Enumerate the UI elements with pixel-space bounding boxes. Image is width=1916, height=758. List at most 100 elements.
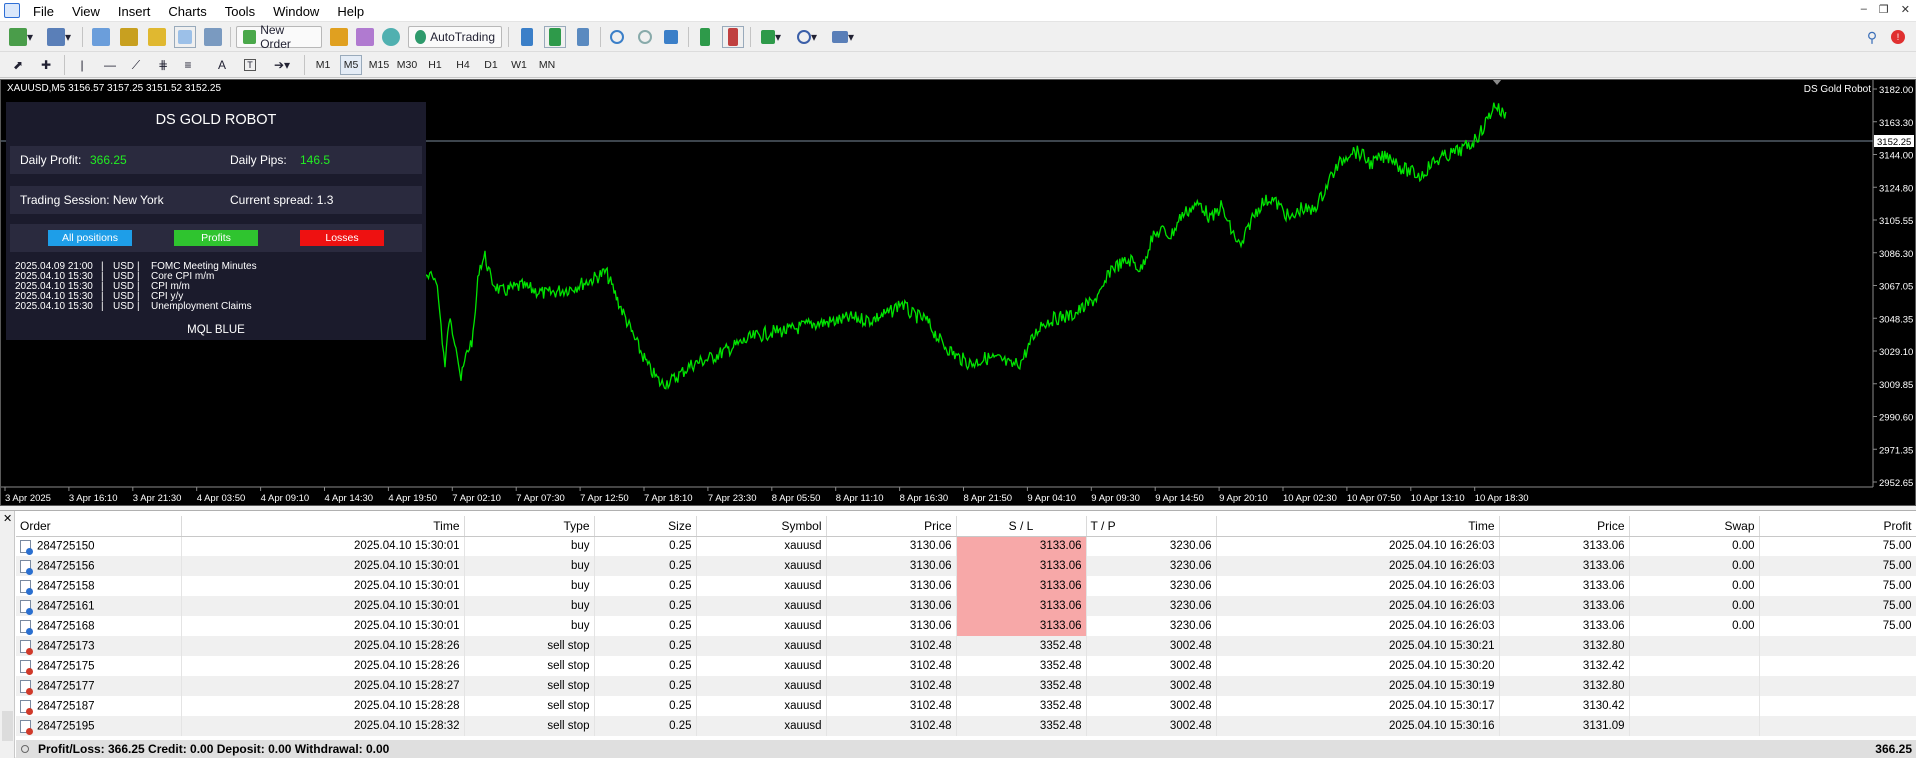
notifications-button[interactable]: ! xyxy=(1886,26,1910,48)
zoom-out-button[interactable] xyxy=(634,26,656,48)
candle-chart-button[interactable] xyxy=(544,26,566,48)
column-header[interactable]: Swap xyxy=(1629,516,1760,537)
autoscroll-button[interactable] xyxy=(694,26,716,48)
menu-help[interactable]: Help xyxy=(328,0,373,22)
new-order-button[interactable]: New Order xyxy=(236,23,322,51)
column-header[interactable]: Price xyxy=(1499,516,1630,537)
signals-button[interactable] xyxy=(354,26,376,48)
table-row[interactable]: 284725156 2025.04.10 15:30:01 buy 0.25 xauus… xyxy=(16,556,1916,576)
close-icon[interactable]: ✕ xyxy=(3,512,12,525)
bar-chart-button[interactable] xyxy=(516,26,538,48)
arrows-button[interactable]: ➔▾ xyxy=(266,54,298,76)
text-button[interactable]: A xyxy=(212,54,232,76)
table-cell: 3130.06 xyxy=(826,576,957,596)
tester-button[interactable] xyxy=(202,26,224,48)
tf-d1[interactable]: D1 xyxy=(480,55,502,75)
notification-badge-icon: ! xyxy=(1891,30,1905,44)
table-row[interactable]: 284725158 2025.04.10 15:30:01 buy 0.25 xauus… xyxy=(16,576,1916,596)
column-header[interactable]: Time xyxy=(181,516,465,537)
close-icon[interactable]: ✕ xyxy=(1901,3,1910,16)
auto-trading-button[interactable]: AutoTrading xyxy=(408,26,502,48)
losses-button[interactable]: Losses xyxy=(300,230,384,246)
horizontal-line-button[interactable]: — xyxy=(100,54,120,76)
menu-charts[interactable]: Charts xyxy=(159,0,215,22)
search-button[interactable]: ⚲ xyxy=(1862,26,1882,48)
tester-icon xyxy=(204,28,222,46)
minimize-icon[interactable]: – xyxy=(1861,3,1867,16)
price-tick-label: 2952.65 xyxy=(1879,478,1913,489)
templates-button[interactable]: ▾ xyxy=(828,26,858,48)
price-tick-label: 3144.00 xyxy=(1879,151,1913,162)
tf-h1[interactable]: H1 xyxy=(424,55,446,75)
column-header[interactable]: Type xyxy=(464,516,595,537)
all-positions-button[interactable]: All positions xyxy=(48,230,132,246)
table-row[interactable]: 284725177 2025.04.10 15:28:27 sell stop 0.2… xyxy=(16,676,1916,696)
market-watch-button[interactable] xyxy=(90,26,112,48)
time-tick-label: 4 Apr 09:10 xyxy=(261,493,310,504)
tf-m5[interactable]: M5 xyxy=(340,55,362,75)
terminal-toggle-button[interactable] xyxy=(174,26,196,48)
auto-trading-icon xyxy=(415,30,427,44)
price-chart[interactable]: 3182.00 3163.30 3144.00 3124.80 3105.55 3086.… xyxy=(0,79,1916,506)
restore-icon[interactable]: ❐ xyxy=(1879,3,1889,16)
column-header[interactable]: S / L xyxy=(956,516,1087,537)
profits-button[interactable]: Profits xyxy=(174,230,258,246)
table-row[interactable]: 284725187 2025.04.10 15:28:28 sell stop 0.2… xyxy=(16,696,1916,716)
line-chart-button[interactable] xyxy=(572,26,594,48)
table-row[interactable]: 284725150 2025.04.10 15:30:01 buy 0.25 xauus… xyxy=(16,536,1916,556)
crosshair-button[interactable]: ✚ xyxy=(36,54,56,76)
table-row[interactable]: 284725161 2025.04.10 15:30:01 buy 0.25 xauus… xyxy=(16,596,1916,616)
cursor-button[interactable]: ⬈ xyxy=(8,54,28,76)
time-tick-label: 10 Apr 13:10 xyxy=(1411,493,1465,504)
table-cell: 0.25 xyxy=(594,716,697,736)
tf-mn[interactable]: MN xyxy=(536,55,558,75)
text-label-button[interactable]: T xyxy=(240,54,260,76)
menu-tools[interactable]: Tools xyxy=(216,0,264,22)
column-header[interactable]: T / P xyxy=(1086,516,1217,537)
indicators-button[interactable]: ▾ xyxy=(756,26,786,48)
chart-shift-marker[interactable] xyxy=(1492,80,1502,85)
table-cell: 2025.04.10 15:30:01 xyxy=(181,616,465,636)
expert-advisor-label[interactable]: DS Gold Robot xyxy=(1804,84,1871,95)
menu-file[interactable]: File xyxy=(24,0,63,22)
table-cell: 2025.04.10 16:26:03 xyxy=(1216,616,1500,636)
table-row[interactable]: 284725168 2025.04.10 15:30:01 buy 0.25 xauus… xyxy=(16,616,1916,636)
column-header[interactable]: Price xyxy=(826,516,957,537)
new-chart-button[interactable]: ▾ xyxy=(6,26,36,48)
tf-m15[interactable]: M15 xyxy=(368,55,390,75)
menu-insert[interactable]: Insert xyxy=(109,0,160,22)
tf-m1[interactable]: M1 xyxy=(312,55,334,75)
time-tick-label: 9 Apr 14:50 xyxy=(1155,493,1204,504)
tf-m30[interactable]: M30 xyxy=(396,55,418,75)
table-cell: 3133.06 xyxy=(1499,596,1630,616)
fibo-button[interactable]: ≡ xyxy=(178,54,198,76)
chart-shift-button[interactable] xyxy=(722,26,744,48)
column-header[interactable]: Size xyxy=(594,516,697,537)
trendline-button[interactable]: ⟋ xyxy=(126,54,146,76)
menu-window[interactable]: Window xyxy=(264,0,328,22)
table-row[interactable]: 284725173 2025.04.10 15:28:26 sell stop 0.2… xyxy=(16,636,1916,656)
column-header[interactable]: Time xyxy=(1216,516,1500,537)
line-chart-icon xyxy=(577,28,589,46)
favorites-button[interactable] xyxy=(146,26,168,48)
terminal-vertical-tab[interactable] xyxy=(2,711,13,741)
vertical-line-button[interactable]: | xyxy=(72,54,92,76)
menu-view[interactable]: View xyxy=(63,0,109,22)
zoom-in-button[interactable] xyxy=(606,26,628,48)
column-header[interactable]: Symbol xyxy=(696,516,827,537)
column-header[interactable]: Order xyxy=(16,516,182,537)
table-row[interactable]: 284725175 2025.04.10 15:28:26 sell stop 0.2… xyxy=(16,656,1916,676)
periods-button[interactable]: ▾ xyxy=(792,26,822,48)
time-tick-label: 3 Apr 16:10 xyxy=(69,493,118,504)
table-row[interactable]: 284725195 2025.04.10 15:28:32 sell stop 0.2… xyxy=(16,716,1916,736)
trendline-icon: ⟋ xyxy=(131,57,141,72)
tf-h4[interactable]: H4 xyxy=(452,55,474,75)
column-header[interactable]: Profit xyxy=(1759,516,1916,537)
tf-w1[interactable]: W1 xyxy=(508,55,530,75)
tile-windows-button[interactable] xyxy=(660,26,682,48)
channel-button[interactable]: ⋕ xyxy=(152,54,174,76)
profiles-button[interactable]: ▾ xyxy=(44,26,74,48)
meta-editor-button[interactable] xyxy=(328,26,350,48)
vps-button[interactable] xyxy=(380,26,402,48)
navigator-button[interactable] xyxy=(118,26,140,48)
